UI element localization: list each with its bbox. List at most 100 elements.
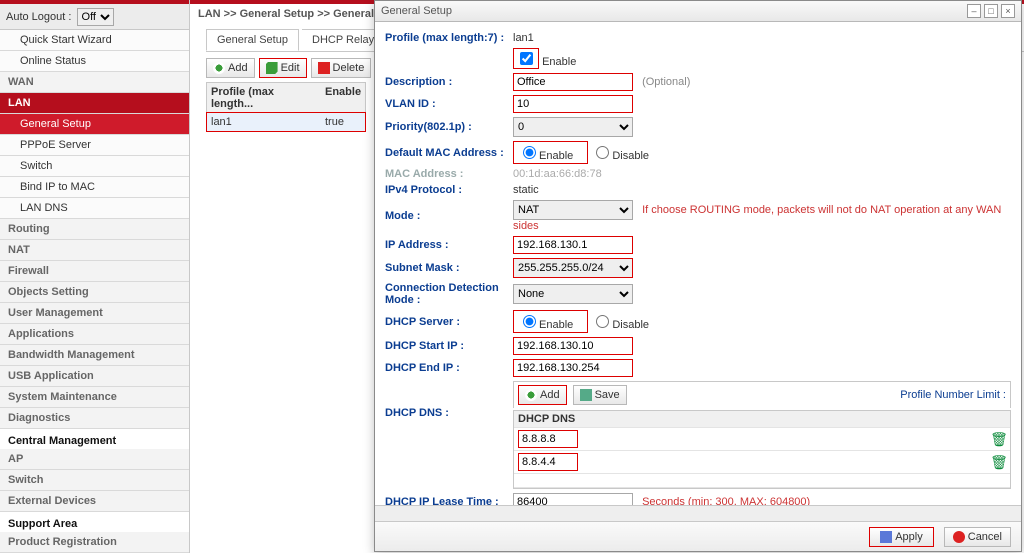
nav-switch[interactable]: Switch (0, 156, 189, 177)
nav-external-devices[interactable]: External Devices (0, 491, 189, 512)
nav-menu: Quick Start WizardOnline StatusWANLANGen… (0, 30, 189, 553)
cancel-button[interactable]: Cancel (944, 527, 1011, 547)
dns-row: 🗑 (514, 451, 1010, 474)
nav-wan[interactable]: WAN (0, 72, 189, 93)
enable-wrapper (513, 48, 539, 69)
dhcp-end-label: DHCP End IP : (385, 362, 513, 374)
dns-save-button[interactable]: Save (573, 385, 627, 405)
defmac-enable-wrap: Enable (513, 141, 588, 164)
profile-limit-label: Profile Number Limit : (900, 389, 1006, 401)
mac-value: 00:1d:aa:66:d8:78 (513, 168, 1011, 180)
defmac-enable-radio[interactable] (523, 146, 536, 159)
save-icon (580, 389, 592, 401)
nav-pppoe-server[interactable]: PPPoE Server (0, 135, 189, 156)
nav-objects-setting[interactable]: Objects Setting (0, 282, 189, 303)
priority-select[interactable]: 0 (513, 117, 633, 137)
nav-firewall[interactable]: Firewall (0, 261, 189, 282)
auto-logout-label: Auto Logout : (6, 11, 71, 23)
plus-icon (525, 389, 537, 401)
nav-quick-start-wizard[interactable]: Quick Start Wizard (0, 30, 189, 51)
dns-section-header: DHCP DNS (514, 411, 988, 427)
profile-grid: Profile (max length... Enable lan1 true (206, 82, 366, 132)
nav-diagnostics[interactable]: Diagnostics (0, 408, 189, 429)
ipv4proto-label: IPv4 Protocol : (385, 184, 513, 196)
nav-ap[interactable]: AP (0, 449, 189, 470)
tab-dhcp-relay[interactable]: DHCP Relay (302, 29, 385, 51)
col-enable: Enable (321, 83, 365, 113)
nav-switch[interactable]: Switch (0, 470, 189, 491)
optional-hint: (Optional) (642, 76, 690, 88)
nav-routing[interactable]: Routing (0, 219, 189, 240)
minimize-button[interactable]: – (967, 4, 981, 18)
nav-lan-dns[interactable]: LAN DNS (0, 198, 189, 219)
dhcp-end-input[interactable] (513, 359, 633, 377)
dhcp-start-label: DHCP Start IP : (385, 340, 513, 352)
dhcp-start-input[interactable] (513, 337, 633, 355)
dhcp-enable-radio[interactable] (523, 315, 536, 328)
close-button[interactable]: × (1001, 4, 1015, 18)
dns-grid: DHCP DNS 🗑 🗑 (513, 410, 1011, 489)
vlan-input[interactable] (513, 95, 633, 113)
trash-icon (318, 62, 330, 74)
dhcp-label: DHCP Server : (385, 316, 513, 328)
dns-input-0[interactable] (518, 430, 578, 448)
dialog-title: General Setup (381, 5, 452, 17)
trash-icon[interactable]: 🗑 (988, 454, 1010, 471)
vlan-label: VLAN ID : (385, 98, 513, 110)
edit-icon (266, 62, 278, 74)
disk-icon (880, 531, 892, 543)
description-label: Description : (385, 76, 513, 88)
mask-select[interactable]: 255.255.255.0/24 (513, 258, 633, 278)
nav-central-management: Central Management (0, 429, 189, 449)
nav-bind-ip-to-mac[interactable]: Bind IP to MAC (0, 177, 189, 198)
dialog-body: Profile (max length:7) : lan1 Enable Des… (375, 22, 1021, 505)
nav-support-area: Support Area (0, 512, 189, 532)
nav-online-status[interactable]: Online Status (0, 51, 189, 72)
dhcp-disable-radio[interactable] (596, 315, 609, 328)
cell-profile-name: lan1 (207, 113, 321, 131)
apply-button[interactable]: Apply (869, 527, 934, 547)
auto-logout-select[interactable]: Off (77, 8, 114, 26)
lease-input[interactable] (513, 493, 633, 505)
dns-empty-row (514, 474, 1010, 488)
nav-user-management[interactable]: User Management (0, 303, 189, 324)
general-setup-dialog: General Setup – □ × Profile (max length:… (374, 0, 1022, 552)
priority-label: Priority(802.1p) : (385, 121, 513, 133)
profile-value: lan1 (513, 32, 1011, 44)
ip-input[interactable] (513, 236, 633, 254)
dns-label: DHCP DNS : (385, 381, 513, 419)
dhcp-enable-wrap: Enable (513, 310, 588, 333)
edit-button[interactable]: Edit (259, 58, 307, 78)
enable-label: Enable (542, 56, 576, 68)
nav-general-setup[interactable]: General Setup (0, 114, 189, 135)
left-sidebar: Auto Logout : Off Quick Start WizardOnli… (0, 0, 190, 553)
nav-product-registration[interactable]: Product Registration (0, 532, 189, 553)
cell-enable: true (321, 113, 365, 131)
table-row[interactable]: lan1 true (206, 112, 366, 132)
dns-add-button[interactable]: Add (518, 385, 567, 405)
cdm-select[interactable]: None (513, 284, 633, 304)
ip-label: IP Address : (385, 239, 513, 251)
dns-input-1[interactable] (518, 453, 578, 471)
dns-toolbar: Add Save Profile Number Limit : (513, 381, 1011, 408)
mode-label: Mode : (385, 210, 513, 222)
delete-button[interactable]: Delete (311, 58, 372, 78)
nav-nat[interactable]: NAT (0, 240, 189, 261)
add-button[interactable]: Add (206, 58, 255, 78)
nav-usb-application[interactable]: USB Application (0, 366, 189, 387)
tab-general-setup[interactable]: General Setup (206, 29, 299, 51)
nav-bandwidth-management[interactable]: Bandwidth Management (0, 345, 189, 366)
col-profile: Profile (max length... (207, 83, 321, 113)
horizontal-scrollbar[interactable] (375, 505, 1021, 521)
lease-hint: Seconds (min: 300, MAX: 604800) (642, 496, 810, 505)
grid-header: Profile (max length... Enable (207, 83, 365, 113)
mode-select[interactable]: NAT (513, 200, 633, 220)
nav-system-maintenance[interactable]: System Maintenance (0, 387, 189, 408)
nav-applications[interactable]: Applications (0, 324, 189, 345)
trash-icon[interactable]: 🗑 (988, 431, 1010, 448)
defmac-disable-radio[interactable] (596, 146, 609, 159)
description-input[interactable] (513, 73, 633, 91)
enable-checkbox[interactable] (520, 52, 533, 65)
maximize-button[interactable]: □ (984, 4, 998, 18)
nav-lan[interactable]: LAN (0, 93, 189, 114)
